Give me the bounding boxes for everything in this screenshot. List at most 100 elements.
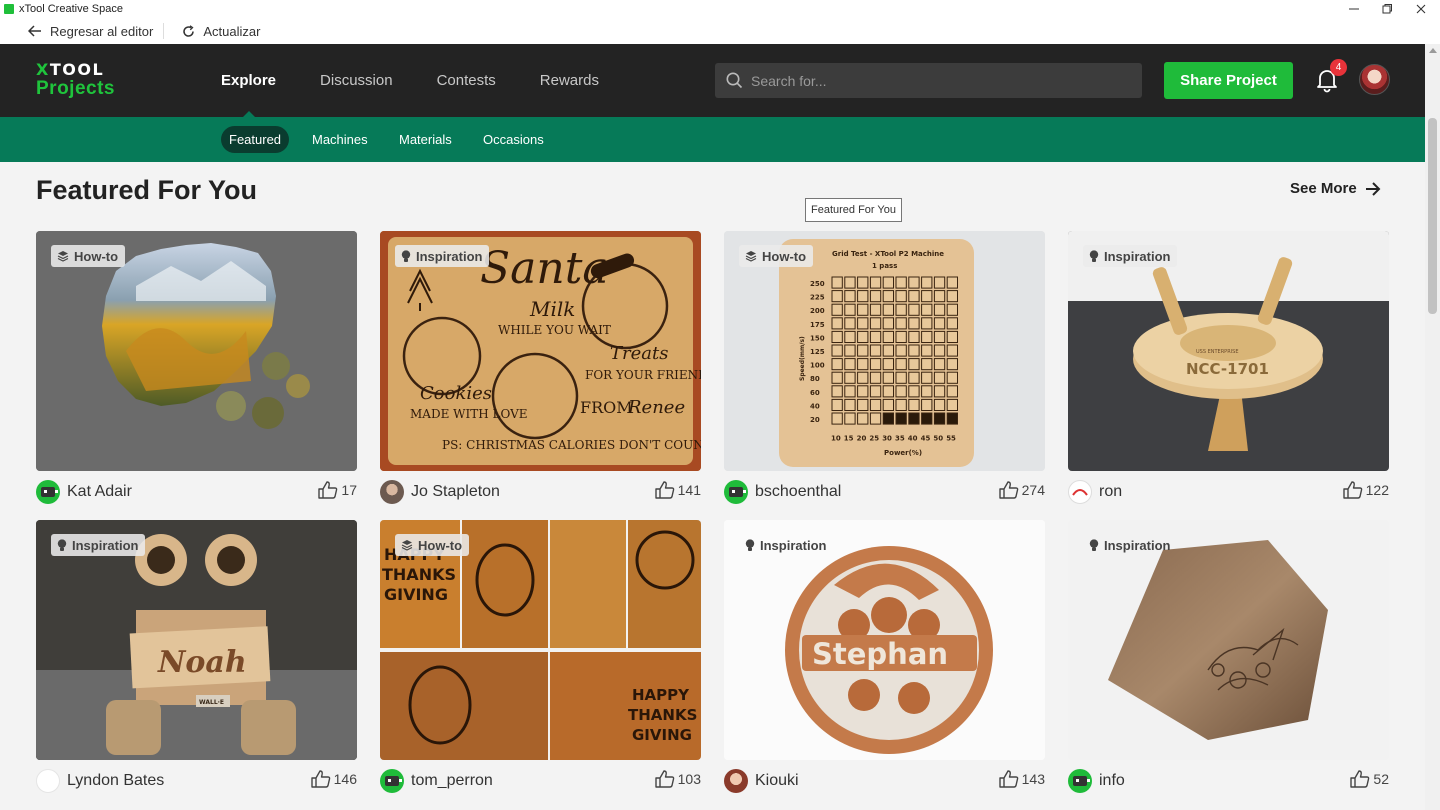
project-thumbnail[interactable]: Grid Test - XTool P2 Machine 1 pass Powe… (724, 231, 1045, 471)
author-name[interactable]: Kat Adair (67, 483, 132, 501)
like-button[interactable]: 143 (998, 770, 1045, 788)
refresh-label: Actualizar (203, 23, 261, 39)
author-avatar[interactable] (1068, 769, 1092, 793)
nav-discussion[interactable]: Discussion (298, 44, 415, 117)
project-thumbnail[interactable]: Stephan Inspiration (724, 520, 1045, 760)
card-meta: Kat Adair 17 (36, 471, 357, 513)
nav-explore[interactable]: Explore (199, 44, 298, 117)
thanks-word-5: THANKS (628, 706, 697, 724)
grid-cell (857, 317, 869, 330)
maximize-icon[interactable] (1370, 0, 1404, 18)
user-avatar[interactable] (1359, 64, 1390, 95)
project-card[interactable]: HAPPY THANKS GIVING HAPPY THANKS GIVING … (380, 520, 701, 802)
author-name[interactable]: ron (1099, 483, 1122, 501)
like-button[interactable]: 17 (318, 481, 357, 499)
project-thumbnail[interactable]: Santa Milk WHILE YOU WAIT Treats FOR YOU… (380, 231, 701, 471)
window-title-bar: xTool Creative Space (0, 0, 1440, 18)
author-name[interactable]: info (1099, 772, 1125, 790)
project-thumbnail[interactable]: NCC-1701 USS ENTERPRISE Inspiration (1068, 231, 1389, 471)
board-love-text: MADE WITH LOVE (410, 407, 528, 421)
author-avatar[interactable] (1068, 480, 1092, 504)
grid-cell (933, 371, 946, 384)
grid-cell (869, 398, 882, 411)
thumbs-up-icon (310, 770, 330, 788)
close-icon[interactable] (1404, 0, 1438, 18)
grid-cell (831, 371, 843, 384)
share-project-button[interactable]: Share Project (1164, 62, 1293, 99)
grid-cell (921, 371, 933, 384)
like-button[interactable]: 122 (1342, 481, 1389, 499)
author-name[interactable]: tom_perron (411, 772, 493, 790)
grid-test-title: Grid Test - XTool P2 Machine (832, 250, 944, 258)
refresh-button[interactable]: Actualizar (164, 18, 270, 44)
grid-cell (869, 358, 882, 371)
project-card[interactable]: Inspiration info 52 (1068, 520, 1389, 802)
grid-cell (869, 276, 882, 289)
author-avatar[interactable] (36, 769, 60, 793)
author-avatar[interactable] (724, 769, 748, 793)
subnav-machines[interactable]: Machines (304, 126, 376, 153)
grid-cell (946, 344, 958, 357)
like-button[interactable]: 146 (310, 770, 357, 788)
minimize-icon[interactable] (1337, 0, 1371, 18)
board-friends-text: FOR YOUR FRIENDS (585, 368, 701, 382)
search-input[interactable] (751, 72, 1131, 89)
grid-cell (869, 330, 882, 344)
project-type-tag: Inspiration (51, 534, 146, 556)
card-meta: Kiouki 143 (724, 760, 1045, 802)
author-name[interactable]: Lyndon Bates (67, 772, 164, 790)
like-button[interactable]: 141 (654, 481, 701, 499)
project-card[interactable]: How-to Kat Adair 17 (36, 231, 357, 513)
grid-cell (933, 303, 946, 316)
grid-cell (933, 412, 946, 425)
grid-cell (895, 358, 907, 371)
author-avatar[interactable] (380, 769, 404, 793)
see-more-link[interactable]: See More (1290, 180, 1381, 197)
subnav-materials[interactable]: Materials (391, 126, 460, 153)
tag-label: Inspiration (416, 248, 483, 264)
project-thumbnail[interactable]: Inspiration (1068, 520, 1389, 760)
nav-contests[interactable]: Contests (415, 44, 518, 117)
board-treats-text: Treats (610, 343, 668, 364)
project-thumbnail[interactable]: How-to (36, 231, 357, 471)
hexagon-mirror-image (1068, 520, 1389, 760)
author-name[interactable]: Kiouki (755, 772, 799, 790)
card-meta: Lyndon Bates 146 (36, 760, 357, 802)
grid-cell (908, 371, 920, 384)
grid-cell (908, 317, 920, 330)
subnav-occasions[interactable]: Occasions (475, 126, 552, 153)
project-thumbnail[interactable]: Noah WALL·E Inspiration (36, 520, 357, 760)
grid-test-x-label: Power(%) (884, 449, 922, 457)
author-avatar[interactable] (380, 480, 404, 504)
grid-cell (831, 330, 843, 344)
xtool-projects-logo[interactable]: XTOOL Projects (36, 62, 115, 100)
back-to-editor-button[interactable]: Regresar al editor (0, 18, 163, 44)
nav-rewards[interactable]: Rewards (518, 44, 621, 117)
like-button[interactable]: 274 (998, 481, 1045, 499)
grid-cell (921, 344, 933, 357)
subnav-featured[interactable]: Featured (221, 126, 290, 153)
page-scrollbar[interactable] (1425, 44, 1440, 810)
project-card[interactable]: NCC-1701 USS ENTERPRISE Inspiration ron … (1068, 231, 1389, 513)
scroll-thumb[interactable] (1428, 118, 1437, 314)
grid-cell (908, 330, 920, 344)
project-card[interactable]: Grid Test - XTool P2 Machine 1 pass Powe… (724, 231, 1045, 513)
like-button[interactable]: 103 (654, 770, 701, 788)
like-count: 17 (341, 482, 357, 498)
author-name[interactable]: Jo Stapleton (411, 483, 500, 501)
project-thumbnail[interactable]: HAPPY THANKS GIVING HAPPY THANKS GIVING … (380, 520, 701, 760)
project-card[interactable]: Stephan Inspiration Kiouki 143 (724, 520, 1045, 802)
grid-power-label: 45 (921, 435, 931, 443)
grid-cell (895, 412, 907, 425)
author-name[interactable]: bschoenthal (755, 483, 841, 501)
like-button[interactable]: 52 (1350, 770, 1389, 788)
app-icon (4, 4, 14, 14)
grid-cell (857, 412, 869, 425)
author-avatar[interactable] (724, 480, 748, 504)
puzzle-image (36, 231, 357, 471)
author-avatar[interactable] (36, 480, 60, 504)
scroll-up-arrow-icon[interactable] (1429, 48, 1437, 53)
project-card[interactable]: Noah WALL·E Inspiration Lyndon Bates 146 (36, 520, 357, 802)
project-card[interactable]: Santa Milk WHILE YOU WAIT Treats FOR YOU… (380, 231, 701, 513)
board-cookies-text: Cookies (420, 383, 492, 404)
